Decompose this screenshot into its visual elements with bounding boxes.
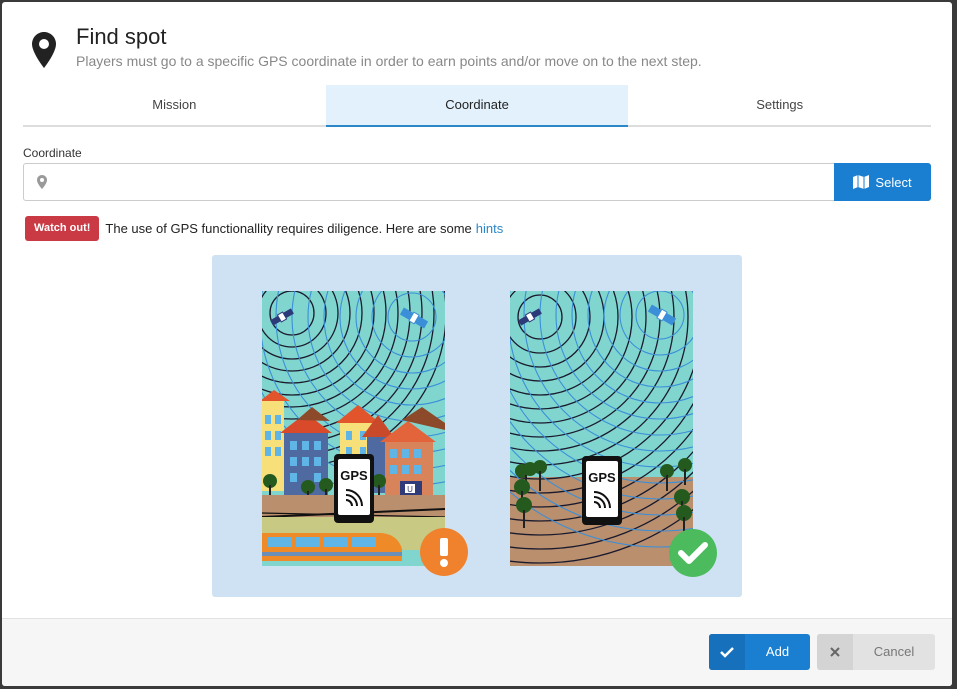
cancel-button[interactable]: Cancel bbox=[817, 634, 935, 670]
svg-text:GPS: GPS bbox=[340, 468, 368, 483]
watch-out-badge: Watch out! bbox=[25, 216, 100, 241]
gps-phone-icon: GPS bbox=[334, 454, 374, 523]
gps-warning: Watch out! The use of GPS functionallity… bbox=[25, 216, 503, 241]
svg-text:GPS: GPS bbox=[588, 470, 616, 485]
coordinate-label: Coordinate bbox=[23, 146, 82, 160]
tab-mission[interactable]: Mission bbox=[23, 85, 326, 125]
dialog-footer: Add Cancel bbox=[2, 618, 952, 686]
map-pin-icon bbox=[32, 32, 56, 68]
tab-coordinate[interactable]: Coordinate bbox=[325, 85, 629, 127]
gps-illustration: U GPS GPS bbox=[212, 255, 742, 597]
map-icon bbox=[853, 175, 870, 189]
cancel-button-label: Cancel bbox=[873, 644, 915, 659]
tab-bar: Mission Coordinate Settings bbox=[23, 85, 931, 127]
location-marker-icon bbox=[37, 175, 47, 189]
add-button-label: Add bbox=[765, 644, 790, 659]
coordinate-input-wrapper bbox=[23, 163, 835, 201]
coordinate-input[interactable] bbox=[58, 164, 828, 200]
check-icon bbox=[669, 529, 717, 577]
tab-settings[interactable]: Settings bbox=[628, 85, 931, 125]
find-spot-dialog: Find spot Players must go to a specific … bbox=[2, 2, 952, 686]
close-icon bbox=[817, 634, 853, 670]
select-coordinate-button[interactable]: Select bbox=[834, 163, 931, 201]
dialog-subtitle: Players must go to a specific GPS coordi… bbox=[76, 53, 702, 69]
warning-icon bbox=[420, 528, 468, 576]
dialog-header: Find spot Players must go to a specific … bbox=[2, 2, 952, 87]
checkmark-icon bbox=[709, 634, 745, 670]
add-button[interactable]: Add bbox=[709, 634, 810, 670]
warning-text: The use of GPS functionallity requires d… bbox=[105, 221, 472, 236]
dialog-title: Find spot bbox=[76, 24, 167, 49]
select-button-label: Select bbox=[875, 174, 912, 190]
station-sign: U bbox=[407, 485, 413, 494]
hints-link[interactable]: hints bbox=[476, 221, 503, 236]
gps-phone-icon: GPS bbox=[582, 456, 622, 525]
